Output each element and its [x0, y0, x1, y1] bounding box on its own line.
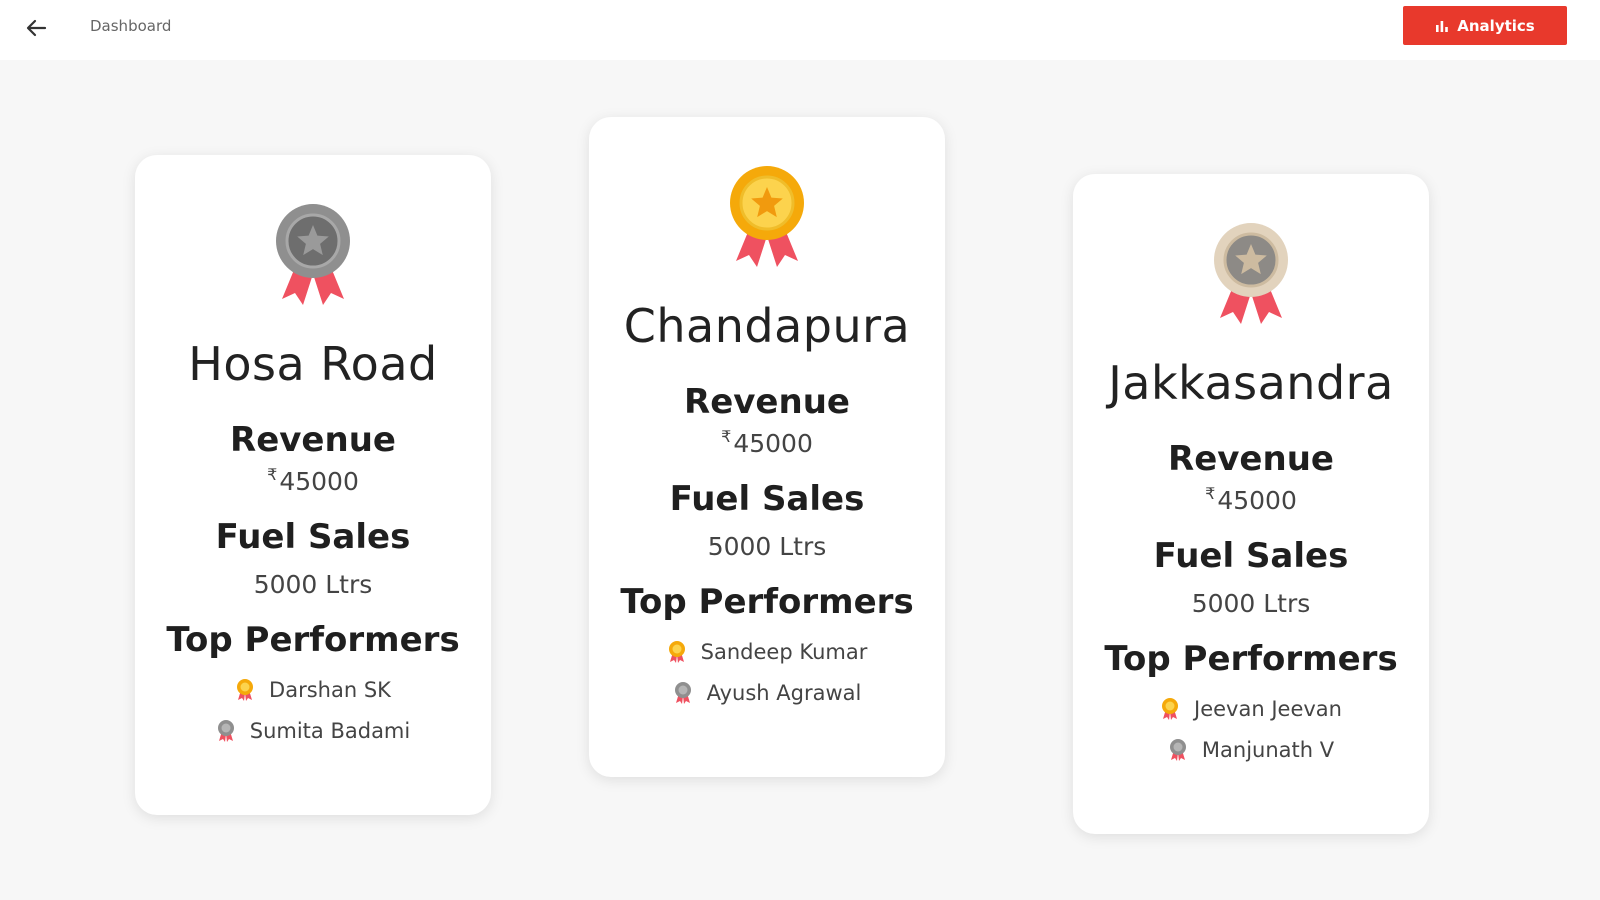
- station-name: Hosa Road: [188, 337, 438, 391]
- page-title: Dashboard: [90, 17, 172, 35]
- performer-item: Sandeep Kumar: [589, 632, 945, 673]
- currency-symbol: ₹: [267, 464, 278, 484]
- silver-medal-icon: [276, 204, 350, 305]
- performer-list: Darshan SK Sumita Badami: [135, 670, 491, 752]
- bronze-medal-icon: [1214, 223, 1288, 324]
- silver-award-icon: [217, 720, 234, 743]
- station-name: Chandapura: [623, 299, 911, 353]
- performer-item: Manjunath V: [1073, 730, 1429, 771]
- performer-item: Darshan SK: [135, 670, 491, 711]
- top-performers-label: Top Performers: [1104, 639, 1398, 680]
- gold-award-icon: [668, 641, 685, 664]
- gold-award-icon: [237, 679, 254, 702]
- performer-item: Sumita Badami: [135, 711, 491, 752]
- performer-name: Darshan SK: [269, 678, 391, 703]
- fuel-sales-label: Fuel Sales: [215, 516, 411, 557]
- analytics-button[interactable]: Analytics: [1403, 6, 1567, 45]
- performer-name: Sumita Badami: [249, 719, 411, 744]
- fuel-sales-label: Fuel Sales: [669, 478, 865, 519]
- back-button[interactable]: [20, 12, 52, 44]
- top-bar: Dashboard Analytics: [0, 0, 1600, 60]
- revenue-label: Revenue: [1168, 438, 1334, 479]
- performer-name: Ayush Agrawal: [706, 681, 862, 706]
- currency-symbol: ₹: [721, 426, 732, 446]
- station-name: Jakkasandra: [1108, 356, 1394, 410]
- performer-list: Sandeep Kumar Ayush Agrawal: [589, 632, 945, 714]
- fuel-sales-label: Fuel Sales: [1153, 535, 1349, 576]
- performer-item: Ayush Agrawal: [589, 673, 945, 714]
- performer-name: Manjunath V: [1201, 738, 1335, 763]
- fuel-sales-value: 5000 Ltrs: [253, 570, 373, 600]
- revenue-value: ₹45000: [721, 426, 813, 458]
- arrow-left-icon: [26, 19, 47, 37]
- analytics-button-label: Analytics: [1457, 16, 1535, 35]
- station-card[interactable]: Jakkasandra Revenue ₹45000 Fuel Sales 50…: [1073, 174, 1429, 834]
- revenue-label: Revenue: [230, 419, 396, 460]
- performer-name: Sandeep Kumar: [700, 640, 868, 665]
- revenue-value: ₹45000: [1205, 483, 1297, 515]
- performer-item: Jeevan Jeevan: [1073, 689, 1429, 730]
- fuel-sales-value: 5000 Ltrs: [1191, 589, 1311, 619]
- fuel-sales-value: 5000 Ltrs: [707, 532, 827, 562]
- top-performers-label: Top Performers: [620, 582, 914, 623]
- station-card[interactable]: Chandapura Revenue ₹45000 Fuel Sales 500…: [589, 117, 945, 777]
- currency-symbol: ₹: [1205, 483, 1216, 503]
- top-performers-label: Top Performers: [166, 620, 460, 661]
- silver-award-icon: [674, 682, 691, 705]
- silver-award-icon: [1169, 739, 1186, 762]
- station-card[interactable]: Hosa Road Revenue ₹45000 Fuel Sales 5000…: [135, 155, 491, 815]
- bar-chart-icon: [1436, 20, 1449, 32]
- gold-medal-icon: [730, 166, 804, 267]
- revenue-label: Revenue: [684, 381, 850, 422]
- performer-list: Jeevan Jeevan Manjunath V: [1073, 689, 1429, 771]
- gold-award-icon: [1162, 698, 1179, 721]
- revenue-value: ₹45000: [267, 464, 359, 496]
- performer-name: Jeevan Jeevan: [1194, 697, 1342, 722]
